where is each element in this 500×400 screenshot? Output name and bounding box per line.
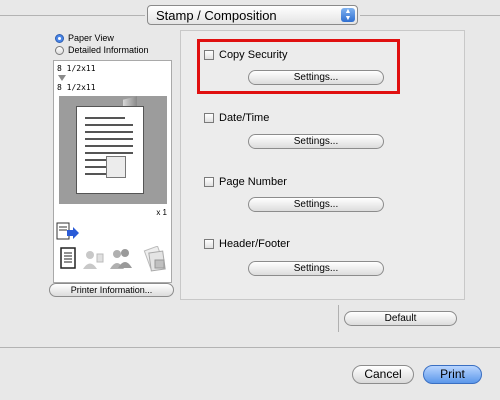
output-tray-icon [56, 222, 79, 240]
detailed-information-radio[interactable] [55, 45, 64, 55]
date-time-label: Date/Time [219, 112, 270, 124]
date-time-checkbox[interactable] [204, 113, 214, 123]
popup-arrows-icon: ▲ ▼ [341, 8, 355, 22]
printer-information-button[interactable]: Printer Information... [49, 283, 174, 297]
output-size-text: 8 1/2x11 [57, 83, 96, 92]
users-icon [110, 249, 132, 269]
page-preview [59, 96, 167, 204]
page-number-option[interactable]: Page Number [204, 176, 287, 188]
date-time-option[interactable]: Date/Time [204, 112, 269, 124]
copy-security-option[interactable]: Copy Security [204, 49, 287, 61]
document-page-icon [76, 106, 144, 194]
print-button[interactable]: Print [423, 365, 482, 384]
copy-security-settings-button[interactable]: Settings... [248, 70, 384, 85]
default-button[interactable]: Default [344, 311, 457, 326]
page-number-label: Page Number [219, 176, 287, 188]
down-arrow-icon [58, 75, 66, 81]
copies-text: x 1 [156, 208, 167, 217]
page-number-settings-button[interactable]: Settings... [248, 197, 384, 212]
header-footer-option[interactable]: Header/Footer [204, 238, 290, 250]
detailed-information-label: Detailed Information [68, 45, 149, 55]
stamp-area-icon [106, 156, 126, 178]
paper-view-radio[interactable] [55, 33, 64, 43]
paper-view-option[interactable]: Paper View [55, 33, 114, 43]
original-size-text: 8 1/2x11 [57, 64, 96, 73]
user-icon [83, 251, 104, 269]
document-icon [60, 247, 76, 269]
preview-pane: 8 1/2x11 8 1/2x11 x 1 [53, 60, 172, 283]
header-footer-checkbox[interactable] [204, 239, 214, 249]
copy-security-highlight [197, 39, 400, 94]
date-time-settings-button[interactable]: Settings... [248, 134, 384, 149]
default-divider [338, 305, 339, 332]
top-divider-left [0, 15, 145, 16]
top-divider-right [360, 15, 500, 16]
paper-view-label: Paper View [68, 33, 114, 43]
header-footer-label: Header/Footer [219, 238, 290, 250]
copy-security-label: Copy Security [219, 49, 288, 61]
cancel-button[interactable]: Cancel [352, 365, 414, 384]
copy-security-checkbox[interactable] [204, 50, 214, 60]
secure-document-icon [143, 246, 166, 272]
page-number-checkbox[interactable] [204, 177, 214, 187]
popup-label: Stamp / Composition [156, 8, 277, 23]
stamp-composition-popup[interactable]: Stamp / Composition ▲ ▼ [147, 5, 358, 25]
header-footer-settings-button[interactable]: Settings... [248, 261, 384, 276]
bottom-divider [0, 347, 500, 348]
detailed-information-option[interactable]: Detailed Information [55, 45, 149, 55]
